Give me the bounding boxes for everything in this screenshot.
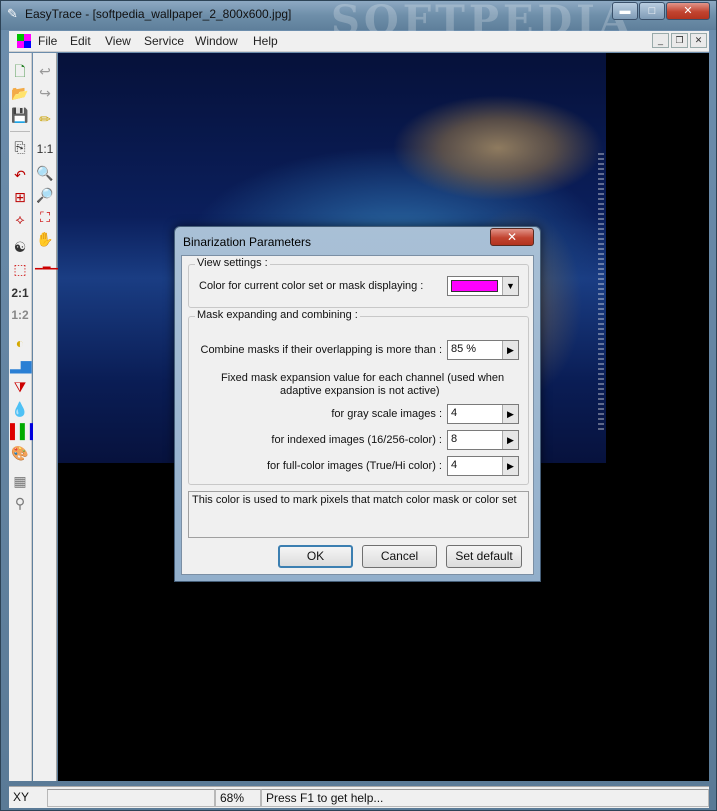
fixed-note-line2: adaptive expansion is not active) — [280, 385, 440, 397]
chevron-right-icon[interactable]: ▶ — [502, 405, 518, 423]
open-icon[interactable]: 📂 — [10, 83, 30, 103]
status-message: Press F1 to get help... — [261, 789, 709, 807]
ruler-icon[interactable]: ▁▂▁ — [35, 255, 58, 275]
fullcolor-value: 4 — [451, 459, 458, 471]
mdi-minimize-button[interactable]: _ — [652, 33, 669, 48]
menu-bar: File Edit View Service Window Help _ ❐ ✕ — [9, 31, 709, 52]
view-settings-group: View settings : Color for current color … — [188, 257, 529, 308]
chevron-right-icon[interactable]: ▶ — [502, 341, 518, 359]
dialog-title: Binarization Parameters — [183, 235, 312, 249]
binarization-dialog: Binarization Parameters ✕ View settings … — [174, 226, 541, 582]
mask-color-select[interactable]: ▼ — [447, 276, 519, 296]
zoom-in-icon[interactable]: 🔍 — [35, 163, 55, 183]
combine-label: Combine masks if their overlapping is mo… — [200, 344, 443, 356]
copy-page-icon[interactable]: ⎘ — [10, 137, 30, 157]
ok-button[interactable]: OK — [278, 545, 353, 568]
checker-icon[interactable]: ▦ — [10, 471, 30, 491]
fullcolor-label: for full-color images (True/Hi color) : — [266, 460, 442, 472]
redo-arrow-icon[interactable]: ↪ — [35, 83, 55, 103]
document-color-icon[interactable] — [17, 34, 31, 48]
window-title: EasyTrace - [softpedia_wallpaper_2_800x6… — [25, 7, 292, 21]
fit-window-icon[interactable]: ⛶ — [35, 207, 55, 227]
palette-icon[interactable]: 🎨 — [10, 443, 30, 463]
scale-2to1-icon[interactable]: 2:1 — [10, 283, 30, 303]
minimize-button[interactable]: ▬ — [612, 2, 638, 20]
mask-expanding-group: Mask expanding and combining : Combine m… — [188, 309, 529, 485]
set-default-button[interactable]: Set default — [446, 545, 522, 568]
zoom-readout: 68% — [215, 789, 261, 807]
gray-value: 4 — [451, 407, 458, 419]
fixed-note-line1: Fixed mask expansion value for each chan… — [221, 372, 505, 384]
color-bars-icon[interactable]: ▌▌▌ — [10, 421, 40, 441]
gray-expansion-select[interactable]: 4 ▶ — [447, 404, 519, 424]
status-bar: XY 68% Press F1 to get help... — [9, 786, 709, 808]
scale-1to2-icon[interactable]: 1:2 — [10, 305, 30, 325]
combine-value: 85 % — [451, 343, 477, 355]
indexed-value: 8 — [451, 433, 458, 445]
menu-file[interactable]: File — [35, 33, 60, 49]
transform-icon[interactable]: ⟡ — [10, 209, 30, 229]
menu-window[interactable]: Window — [192, 33, 241, 49]
menu-help[interactable]: Help — [250, 33, 281, 49]
fullcolor-expansion-select[interactable]: 4 ▶ — [447, 456, 519, 476]
threshold-icon[interactable]: ◐ — [10, 333, 30, 353]
zoom-actual-icon[interactable]: 1:1 — [35, 139, 55, 159]
select-rect-icon[interactable]: ⬚ — [10, 259, 30, 279]
histogram-icon[interactable]: ▂▆ — [10, 355, 32, 375]
view-settings-label: View settings : — [195, 257, 270, 269]
menu-edit[interactable]: Edit — [67, 33, 94, 49]
right-toolbar: ↩ ↪ ✏ 1:1 🔍 🔎 ⛶ ✋ ▁▂▁ — [33, 53, 58, 781]
toolbar-separator — [10, 131, 30, 132]
left-toolbar: 🗋 📂 💾 ⎘ ↶ ⊞ ⟡ ☯ ⬚ 2:1 1:2 ◐ ▂▆ ⧩ 💧 ▌▌▌ 🎨… — [9, 53, 40, 781]
undo-icon[interactable]: ↶ — [10, 165, 30, 185]
mdi-close-button[interactable]: ✕ — [690, 33, 707, 48]
new-icon[interactable]: 🗋 — [10, 61, 30, 81]
coord-value — [47, 789, 215, 807]
hand-icon[interactable]: ✋ — [35, 229, 55, 249]
dialog-close-button[interactable]: ✕ — [490, 228, 534, 246]
gray-label: for gray scale images : — [331, 408, 442, 420]
chevron-down-icon[interactable]: ▼ — [502, 277, 518, 295]
cancel-button[interactable]: Cancel — [362, 545, 437, 568]
mdi-restore-button[interactable]: ❐ — [671, 33, 688, 48]
menu-view[interactable]: View — [102, 33, 134, 49]
pencil-icon[interactable]: ✏ — [35, 109, 55, 129]
filter-icon[interactable]: ⧩ — [10, 377, 30, 397]
undo-arrow-icon[interactable]: ↩ — [35, 61, 55, 81]
combine-threshold-select[interactable]: 85 % ▶ — [447, 340, 519, 360]
mask-expanding-label: Mask expanding and combining : — [195, 309, 360, 321]
description-box: This color is used to mark pixels that m… — [188, 491, 529, 538]
indexed-expansion-select[interactable]: 8 ▶ — [447, 430, 519, 450]
close-button[interactable]: ✕ — [666, 2, 710, 20]
crop-icon[interactable]: ⊞ — [10, 187, 30, 207]
title-bar[interactable]: ✎ EasyTrace - [softpedia_wallpaper_2_800… — [1, 0, 716, 44]
menu-service[interactable]: Service — [141, 33, 187, 49]
drop-icon[interactable]: 💧 — [10, 399, 30, 419]
indexed-label: for indexed images (16/256-color) : — [271, 434, 442, 446]
color-label: Color for current color set or mask disp… — [199, 280, 424, 292]
coord-label: XY — [9, 789, 47, 807]
search-icon[interactable]: ⚲ — [10, 493, 30, 513]
yin-yang-icon[interactable]: ☯ — [10, 237, 30, 257]
dialog-client: View settings : Color for current color … — [181, 255, 534, 575]
maximize-button[interactable]: □ — [639, 2, 665, 20]
chevron-right-icon[interactable]: ▶ — [502, 431, 518, 449]
save-icon[interactable]: 💾 — [10, 105, 30, 125]
chevron-right-icon[interactable]: ▶ — [502, 457, 518, 475]
app-pen-icon: ✎ — [7, 6, 18, 21]
zoom-out-icon[interactable]: 🔎 — [35, 185, 55, 205]
mask-color-swatch — [451, 280, 498, 292]
image-vertical-caption — [598, 153, 604, 433]
